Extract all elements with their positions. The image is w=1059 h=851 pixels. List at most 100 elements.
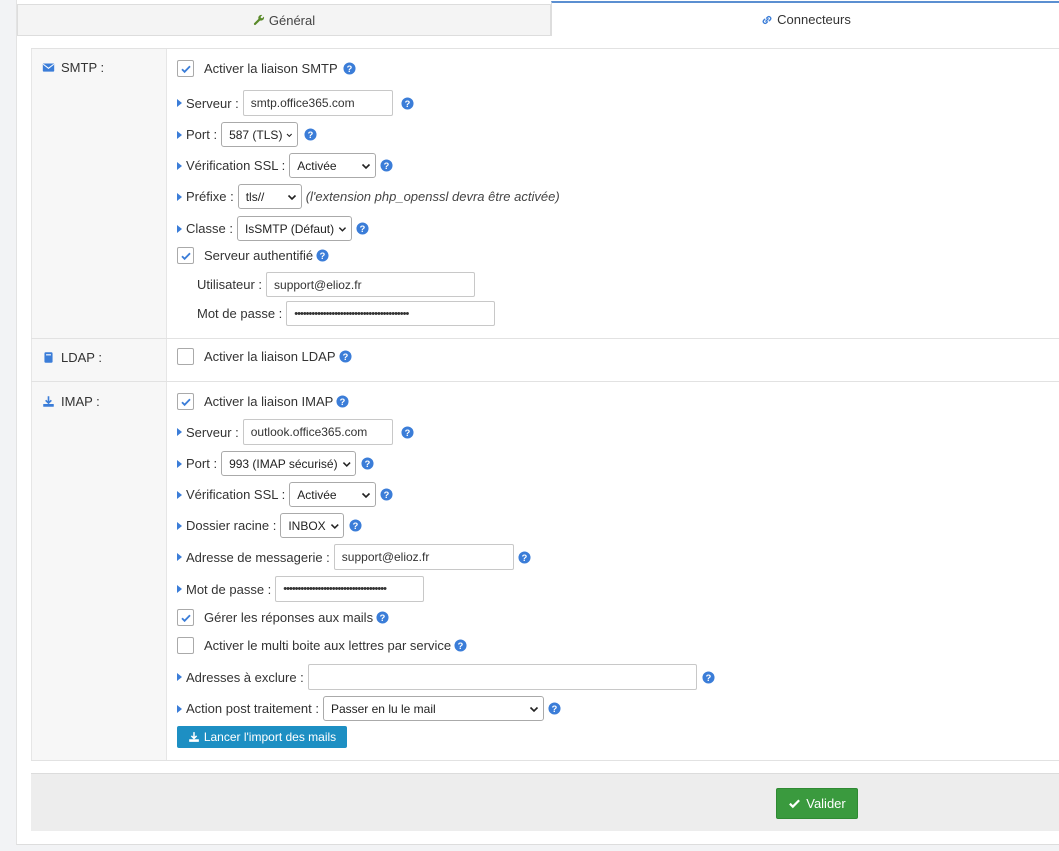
help-icon[interactable]: ? [548,702,561,715]
imap-server-row: Serveur : outlook.office365.com ? [177,419,414,445]
imap-server-input[interactable]: outlook.office365.com [242,419,393,445]
svg-text:?: ? [340,397,346,407]
help-icon[interactable]: ? [702,670,715,684]
imap-port-row: Port : 993 (IMAP sécurisé) ? [177,451,374,476]
caret-icon [177,673,182,681]
svg-text:?: ? [346,64,352,74]
smtp-class-select[interactable]: IsSMTP (Défaut) [236,216,352,241]
imap-action-value: Passer en lu le mail [330,701,436,716]
svg-text:?: ? [404,427,410,437]
chevron-down-icon [338,226,347,232]
help-icon[interactable]: ? [304,128,317,141]
imap-action-select[interactable]: Passer en lu le mail [322,696,544,721]
help-icon[interactable]: ? [356,222,369,235]
smtp-class-label: Classe : [186,221,233,236]
smtp-prefix-row: Préfixe : tls// (l'extension php_openssl… [177,184,560,209]
help-icon[interactable]: ? [338,350,352,363]
imap-label-cell: IMAP : [31,382,167,760]
smtp-ssl-select[interactable]: Activée [289,153,377,178]
tab-connectors[interactable]: Connecteurs [551,1,1059,36]
help-icon[interactable]: ? [376,611,389,624]
imap-replies-label: Gérer les réponses aux mails [204,610,374,625]
smtp-password-label: Mot de passe : [197,306,283,321]
chevron-down-icon [529,706,539,712]
caret-icon [177,99,182,107]
tab-general-label: Général [268,12,316,28]
tab-bar: Général Connecteurs [17,0,1059,36]
import-mails-label: Lancer l'import des mails [203,730,337,744]
imap-multi-checkbox[interactable] [177,637,194,654]
smtp-prefix-select[interactable]: tls// [237,184,302,209]
smtp-port-select[interactable]: 587 (TLS) [221,122,299,147]
imap-port-value: 993 (IMAP sécurisé) [229,456,338,471]
help-icon[interactable]: ? [316,249,329,262]
help-icon[interactable]: ? [518,550,531,564]
smtp-password-row: Mot de passe : •••••••••••••••••••••••••… [197,301,496,326]
ldap-enable-label: Activer la liaison LDAP [204,349,336,364]
svg-text:?: ? [342,352,348,362]
caret-icon [177,161,182,170]
help-icon[interactable]: ? [343,62,356,75]
chevron-down-icon [362,492,371,498]
smtp-prefix-note: (l'extension php_openssl devra être acti… [305,189,560,204]
help-icon[interactable]: ? [361,457,374,470]
imap-ssl-label: Vérification SSL : [186,487,286,502]
envelope-icon [42,63,55,72]
help-icon[interactable]: ? [380,159,393,172]
imap-password-input[interactable]: •••••••••••••••••••••••••••••••••••• [275,576,425,602]
imap-port-select[interactable]: 993 (IMAP sécurisé) [221,451,357,476]
imap-replies-checkbox[interactable] [177,609,194,626]
imap-folder-select[interactable]: INBOX [280,513,345,538]
smtp-class-row: Classe : IsSMTP (Défaut) ? [177,216,369,241]
smtp-user-input[interactable]: support@elioz.fr [266,272,476,297]
caret-icon [177,224,182,233]
imap-folder-value: INBOX [288,518,326,533]
help-icon[interactable]: ? [401,425,414,439]
tab-general[interactable]: Général [17,4,551,36]
form-footer: Valider [31,773,1059,831]
ldap-enable-checkbox[interactable] [177,348,194,365]
smtp-prefix-label: Préfixe : [186,189,234,204]
svg-text:?: ? [384,161,390,171]
imap-action-label: Action post traitement : [186,701,319,716]
smtp-enable-label: Activer la liaison SMTP [204,61,338,76]
imap-email-input[interactable]: support@elioz.fr [333,544,514,570]
smtp-server-input[interactable]: smtp.office365.com [242,90,393,116]
smtp-auth-checkbox[interactable] [177,247,194,264]
tab-connectors-label: Connecteurs [777,12,851,27]
ldap-label-cell: LDAP : [31,339,167,381]
imap-ssl-select[interactable]: Activée [289,482,377,507]
smtp-password-input[interactable]: •••••••••••••••••••••••••••••••••••••••• [286,301,496,326]
svg-text:?: ? [320,251,326,261]
ldap-enable-row: Activer la liaison LDAP ? [177,348,352,365]
smtp-port-row: Port : 587 (TLS) ? [177,122,317,147]
help-icon[interactable]: ? [454,639,467,652]
help-icon[interactable]: ? [336,395,349,408]
imap-exclude-input[interactable] [307,664,697,690]
imap-enable-label: Activer la liaison IMAP [204,394,334,409]
imap-enable-checkbox[interactable] [177,393,194,410]
smtp-enable-checkbox[interactable] [177,60,194,77]
imap-port-label: Port : [186,456,218,471]
imap-action-row: Action post traitement : Passer en lu le… [177,696,561,721]
download-icon [188,732,199,742]
check-icon [180,614,191,622]
help-icon[interactable]: ? [401,96,414,110]
caret-icon [177,521,182,530]
caret-icon [177,585,182,593]
help-icon[interactable]: ? [380,488,393,501]
check-icon [180,65,191,73]
help-icon[interactable]: ? [349,519,362,532]
imap-enable-row: Activer la liaison IMAP ? [177,393,349,410]
imap-email-label: Adresse de messagerie : [186,549,330,565]
imap-exclude-row: Adresses à exclure : ? [177,664,715,690]
chevron-down-icon [287,194,296,200]
smtp-section: SMTP : Activer la liaison SMTP ? Serveur… [31,48,1059,338]
smtp-port-value: 587 (TLS) [229,127,283,142]
caret-icon [177,490,182,499]
import-mails-button[interactable]: Lancer l'import des mails [177,726,347,748]
chevron-down-icon [362,163,371,169]
svg-text:?: ? [380,613,386,623]
validate-button[interactable]: Valider [776,788,858,819]
caret-icon [177,459,182,468]
